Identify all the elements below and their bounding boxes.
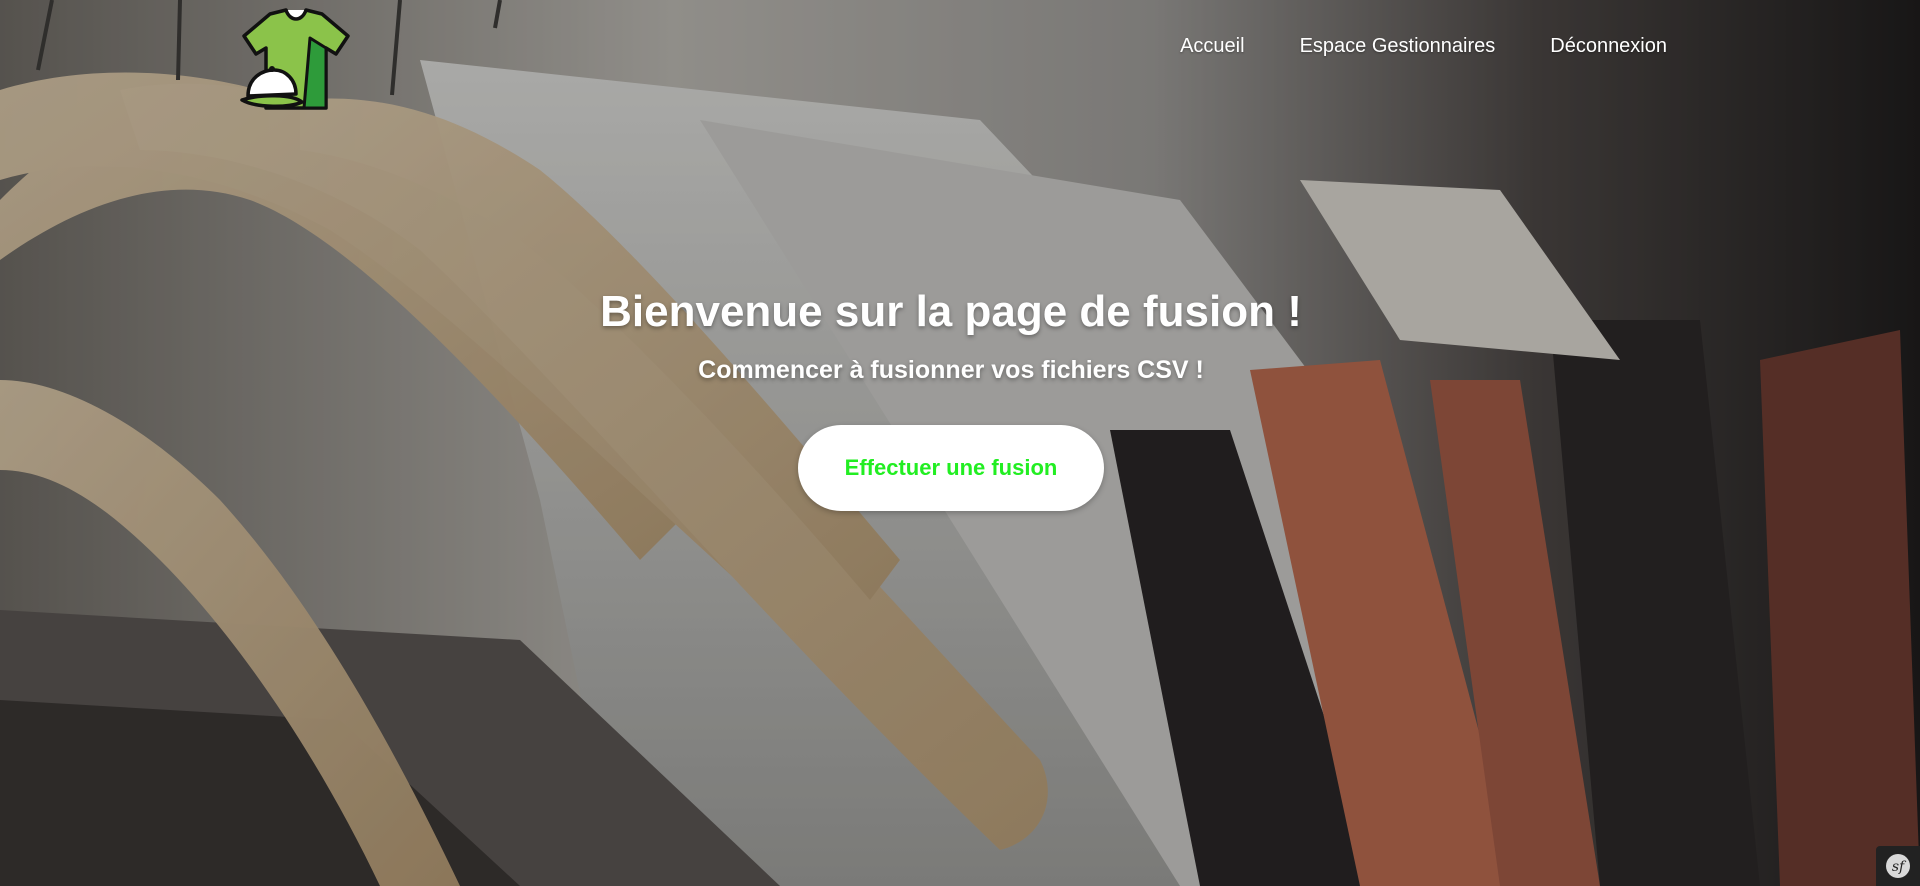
hero-title: Bienvenue sur la page de fusion ! [600, 287, 1302, 336]
nav-link-deconnexion[interactable]: Déconnexion [1550, 34, 1667, 58]
hero-subtitle: Commencer à fusionner vos fichiers CSV ! [698, 356, 1204, 384]
hero-section: Bienvenue sur la page de fusion ! Commen… [0, 282, 1902, 511]
nav-link-accueil[interactable]: Accueil [1180, 34, 1244, 58]
tshirt-cap-logo-icon [240, 8, 350, 110]
symfony-toolbar-toggle[interactable]: sf [1876, 846, 1920, 886]
nav-link-espace-gestionnaires[interactable]: Espace Gestionnaires [1300, 34, 1496, 58]
symfony-icon: sf [1886, 854, 1910, 878]
main-nav: Accueil Espace Gestionnaires Déconnexion [1180, 34, 1667, 58]
start-fusion-button[interactable]: Effectuer une fusion [798, 425, 1104, 511]
site-logo[interactable] [240, 8, 352, 114]
